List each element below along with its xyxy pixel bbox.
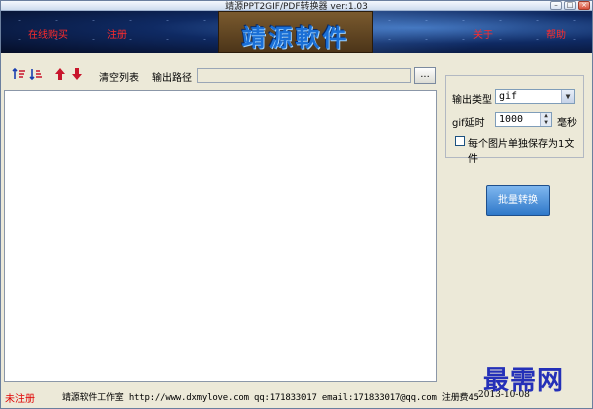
output-path-label: 输出路径 <box>152 73 192 84</box>
about-link[interactable]: 关于 <box>473 26 493 41</box>
options-panel: 输出类型 gif ▼ gif延时 1000 ▲ ▼ 毫秒 每个图片单独保存为1文… <box>445 75 584 165</box>
title-bar[interactable]: 靖源PPT2GIF/PDF转换器 ver:1.03 – □ × <box>1 1 592 12</box>
window-controls: – □ × <box>550 1 590 10</box>
output-type-value: gif <box>499 91 518 102</box>
output-type-select[interactable]: gif ▼ <box>495 89 575 104</box>
gif-delay-stepper[interactable]: 1000 ▲ ▼ <box>495 112 552 127</box>
logo-text: 靖源軟件 <box>241 23 350 52</box>
maximize-button[interactable]: □ <box>564 1 576 10</box>
move-up-icon[interactable] <box>53 67 67 81</box>
browse-button[interactable]: ... <box>414 67 436 84</box>
app-window: 靖源PPT2GIF/PDF转换器 ver:1.03 – □ × 在线购买 注册 … <box>0 0 593 409</box>
registration-status: 未注册 <box>5 394 35 405</box>
minimize-button[interactable]: – <box>550 1 562 10</box>
stepper-down-icon[interactable]: ▼ <box>541 119 551 127</box>
batch-convert-button[interactable]: 批量转换 <box>486 185 550 216</box>
logo: 靖源軟件 <box>218 11 373 53</box>
gif-delay-value: 1000 <box>499 114 524 125</box>
chevron-down-icon[interactable]: ▼ <box>561 90 574 103</box>
output-type-label: 输出类型 <box>452 95 492 106</box>
move-down-icon[interactable] <box>70 67 84 81</box>
clear-list-button[interactable]: 清空列表 <box>99 69 139 84</box>
watermark: 最需网 <box>483 366 565 396</box>
help-link[interactable]: 帮助 <box>546 26 566 41</box>
move-top-icon[interactable] <box>12 67 26 81</box>
header-banner: 在线购买 注册 靖源軟件 关于 帮助 <box>1 11 592 53</box>
close-button[interactable]: × <box>578 1 590 10</box>
stepper-arrows[interactable]: ▲ ▼ <box>540 113 551 126</box>
studio-info: 靖源软件工作室 http://www.dxmylove.com qq:17183… <box>62 393 479 403</box>
file-list[interactable] <box>4 90 437 382</box>
register-link[interactable]: 注册 <box>107 26 127 41</box>
move-bottom-icon[interactable] <box>29 67 43 81</box>
gif-delay-label: gif延时 <box>452 118 485 129</box>
save-each-label: 每个图片单独保存为1文件 <box>468 139 575 165</box>
buy-online-link[interactable]: 在线购买 <box>28 26 68 41</box>
gif-delay-unit: 毫秒 <box>557 118 577 129</box>
toolbar: 清空列表 输出路径 ... <box>4 63 437 87</box>
save-each-checkbox[interactable] <box>455 136 465 146</box>
output-path-input[interactable] <box>197 68 411 83</box>
